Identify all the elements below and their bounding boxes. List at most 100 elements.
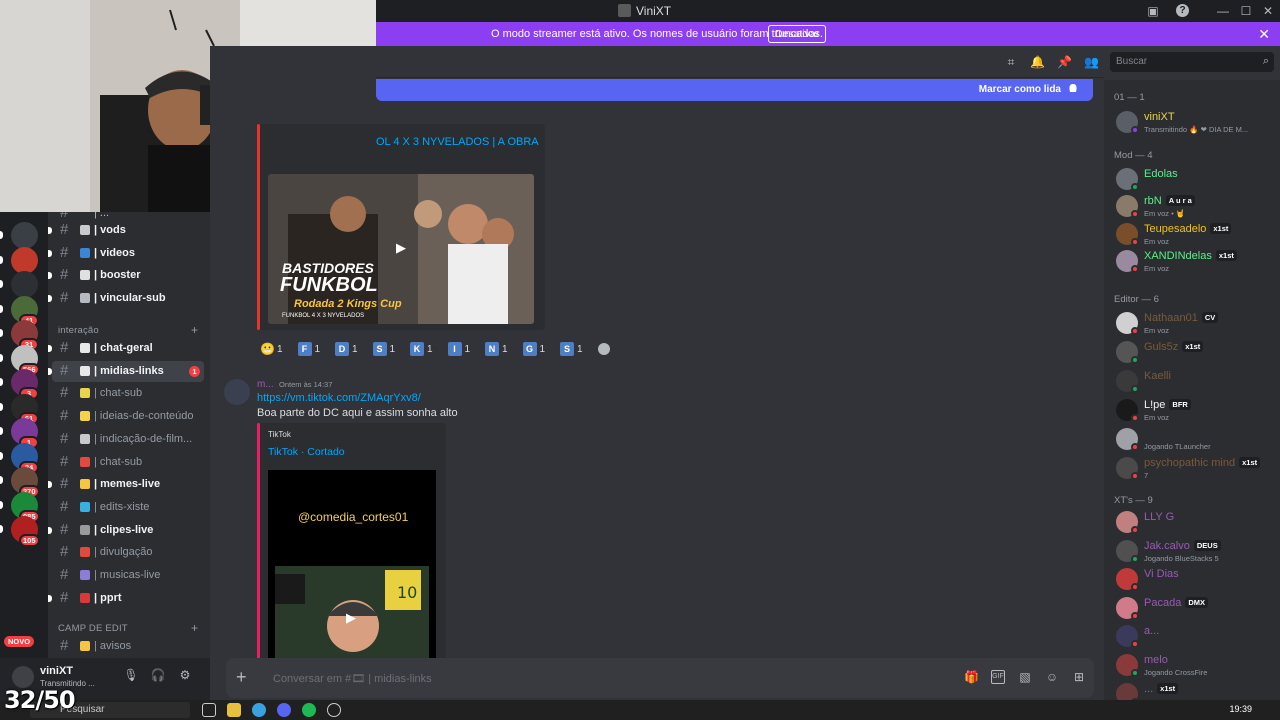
member-item[interactable]: Edolas xyxy=(1112,165,1278,195)
member-item[interactable]: a... xyxy=(1112,622,1278,652)
channel-item[interactable]: # | memes-live xyxy=(48,474,204,495)
embed-title[interactable]: OL 4 X 3 NYVELADOS | A OBRA xyxy=(376,136,539,148)
minimize-button[interactable]: — xyxy=(1215,3,1231,19)
member-item[interactable]: Teupesadelo x1st Em voz xyxy=(1112,220,1278,250)
channel-item[interactable]: # | ideias-de-conteúdo xyxy=(52,406,204,427)
server-icon[interactable]: 41 xyxy=(11,295,39,327)
reaction-chip[interactable]: G1 xyxy=(522,340,545,358)
avatar[interactable] xyxy=(12,666,34,688)
server-icon[interactable]: 985 xyxy=(11,491,40,523)
discord-taskbar-icon[interactable] xyxy=(277,703,291,717)
help-icon[interactable]: ? xyxy=(1176,4,1189,17)
member-item[interactable]: melo Jogando CrossFire xyxy=(1112,651,1278,681)
server-icon[interactable]: 24 xyxy=(11,442,39,474)
member-item[interactable]: Nathaan01 CV Em voz xyxy=(1112,309,1278,339)
reaction-chip[interactable]: K1 xyxy=(410,340,433,358)
server-icon[interactable]: 61 xyxy=(11,393,39,425)
clock[interactable]: 19:39 xyxy=(1229,704,1252,714)
disable-streamer-button[interactable]: Desativar xyxy=(768,25,827,43)
gift-icon[interactable]: 🎁 xyxy=(964,670,979,684)
member-item[interactable]: Pacada DMX xyxy=(1112,594,1278,624)
message-link[interactable]: https://vm.tiktok.com/ZMAqrYxv8/ xyxy=(257,392,421,404)
channel-item[interactable]: # | videos xyxy=(48,243,204,264)
channel-item[interactable]: # | vincular-sub xyxy=(48,288,204,309)
reaction-chip[interactable]: F1 xyxy=(297,340,320,358)
message-author[interactable]: m... xyxy=(257,379,274,390)
unread-bar[interactable]: Marcar como lida xyxy=(376,79,1093,101)
reaction-chip[interactable]: 😬 1 xyxy=(260,340,283,358)
server-icon[interactable] xyxy=(11,222,38,249)
server-icon[interactable]: 3 xyxy=(11,369,39,400)
search-icon[interactable]: ⌕ xyxy=(1263,55,1269,68)
channel-item[interactable]: # | pprt xyxy=(48,588,204,609)
task-view-icon[interactable] xyxy=(202,703,216,717)
category-camp-de-edit[interactable]: CAMP DE EDIT xyxy=(58,623,128,634)
member-item[interactable]: Guls5z x1st xyxy=(1112,338,1278,368)
apps-icon[interactable]: ⊞ xyxy=(1072,670,1086,684)
emoji-icon[interactable]: ☺ xyxy=(1045,670,1059,684)
member-item[interactable]: Kaelli xyxy=(1112,367,1278,397)
channel-item[interactable]: # | divulgação xyxy=(52,542,204,563)
member-item[interactable]: Jogando TLauncher xyxy=(1112,425,1278,455)
server-icon[interactable] xyxy=(11,271,38,298)
reaction-chip[interactable]: S1 xyxy=(372,340,395,358)
message-composer[interactable]: + Conversar em #🎞 | midias-links 🎁 GIF ▧… xyxy=(226,658,1094,698)
file-explorer-icon[interactable] xyxy=(227,703,241,717)
add-reaction-icon[interactable] xyxy=(598,343,610,355)
channel-item[interactable]: # | chat-geral xyxy=(48,338,204,359)
channel-item[interactable]: # | edits-xiste xyxy=(52,497,204,518)
channel-item[interactable]: # | midias-links 1 xyxy=(48,360,204,382)
avatar[interactable] xyxy=(224,379,250,405)
mark-as-read-label[interactable]: Marcar como lida xyxy=(979,84,1061,95)
obs-icon[interactable] xyxy=(327,703,341,717)
member-item[interactable]: rbN A u r a Em voz • 🤘 xyxy=(1112,192,1278,222)
embed-title[interactable]: TikTok · Cortado xyxy=(268,446,345,458)
search-placeholder[interactable]: Buscar xyxy=(1116,56,1147,67)
channel-item[interactable]: # | clipes-live xyxy=(48,520,204,541)
close-button[interactable]: ✕ xyxy=(1260,3,1276,19)
server-icon[interactable]: 566 xyxy=(11,344,40,376)
member-item[interactable]: ... x1st xyxy=(1112,680,1278,700)
channel-item[interactable]: # | chat-sub xyxy=(52,383,204,404)
add-channel-icon[interactable]: + xyxy=(191,323,198,337)
channel-item[interactable]: # | avisos xyxy=(52,636,204,657)
play-icon[interactable]: ▶ xyxy=(338,610,364,628)
member-item[interactable]: LLY G xyxy=(1112,508,1278,538)
inbox-icon[interactable]: ▣ xyxy=(1145,3,1161,19)
search-input[interactable]: Buscar ⌕ xyxy=(1110,52,1274,72)
add-channel-icon[interactable]: + xyxy=(191,621,198,635)
member-item[interactable]: L!pe BFR Em voz xyxy=(1112,396,1278,426)
reaction-chip[interactable]: I1 xyxy=(447,340,470,358)
member-item[interactable]: psychopathic mind x1st 7 xyxy=(1112,454,1278,484)
close-icon[interactable]: ✕ xyxy=(1258,26,1270,43)
member-item[interactable]: Vi Dias xyxy=(1112,565,1278,595)
channel-item[interactable]: # | vods xyxy=(48,220,204,241)
reaction-chip[interactable]: D1 xyxy=(335,340,358,358)
member-item[interactable]: viniXT Transmitindo 🔥 ❤ DIA DE M... xyxy=(1112,108,1278,138)
gif-icon[interactable]: GIF xyxy=(991,670,1005,684)
bell-icon[interactable]: 🔔 xyxy=(1030,55,1045,69)
reaction-chip[interactable]: S1 xyxy=(560,340,583,358)
spotify-icon[interactable] xyxy=(302,703,316,717)
channel-item[interactable]: # | booster xyxy=(48,265,204,286)
server-icon[interactable]: 1 xyxy=(11,418,39,449)
members-icon[interactable]: 👥 xyxy=(1084,55,1099,69)
video-thumbnail[interactable]: @comedia_cortes01 10 ▶ xyxy=(268,470,436,660)
sticker-icon[interactable]: ▧ xyxy=(1018,670,1032,684)
play-icon[interactable]: ▶ xyxy=(388,240,414,258)
video-thumbnail[interactable]: BASTIDORES FUNKBOL Rodada 2 Kings Cup FU… xyxy=(268,174,534,324)
member-item[interactable]: Jak.calvo DEUS Jogando BlueStacks 5 xyxy=(1112,537,1278,567)
mark-read-icon[interactable] xyxy=(1067,83,1079,95)
server-icon[interactable]: 105 xyxy=(11,516,40,547)
headphones-icon[interactable]: 🎧 xyxy=(150,668,166,684)
composer-placeholder[interactable]: Conversar em #🎞 | midias-links xyxy=(273,672,432,685)
microphone-icon[interactable]: 🎙 xyxy=(123,668,139,684)
channel-item[interactable]: # | chat-sub xyxy=(52,452,204,473)
add-attachment-icon[interactable]: + xyxy=(236,667,247,688)
server-icon[interactable]: 31 xyxy=(11,320,39,351)
channel-item[interactable]: # | musicas-live xyxy=(52,565,204,586)
member-item[interactable]: XANDINdelas x1st Em voz xyxy=(1112,247,1278,277)
server-icon[interactable] xyxy=(11,246,38,274)
pin-icon[interactable]: 📌 xyxy=(1057,55,1072,69)
browser-icon[interactable] xyxy=(252,703,266,717)
